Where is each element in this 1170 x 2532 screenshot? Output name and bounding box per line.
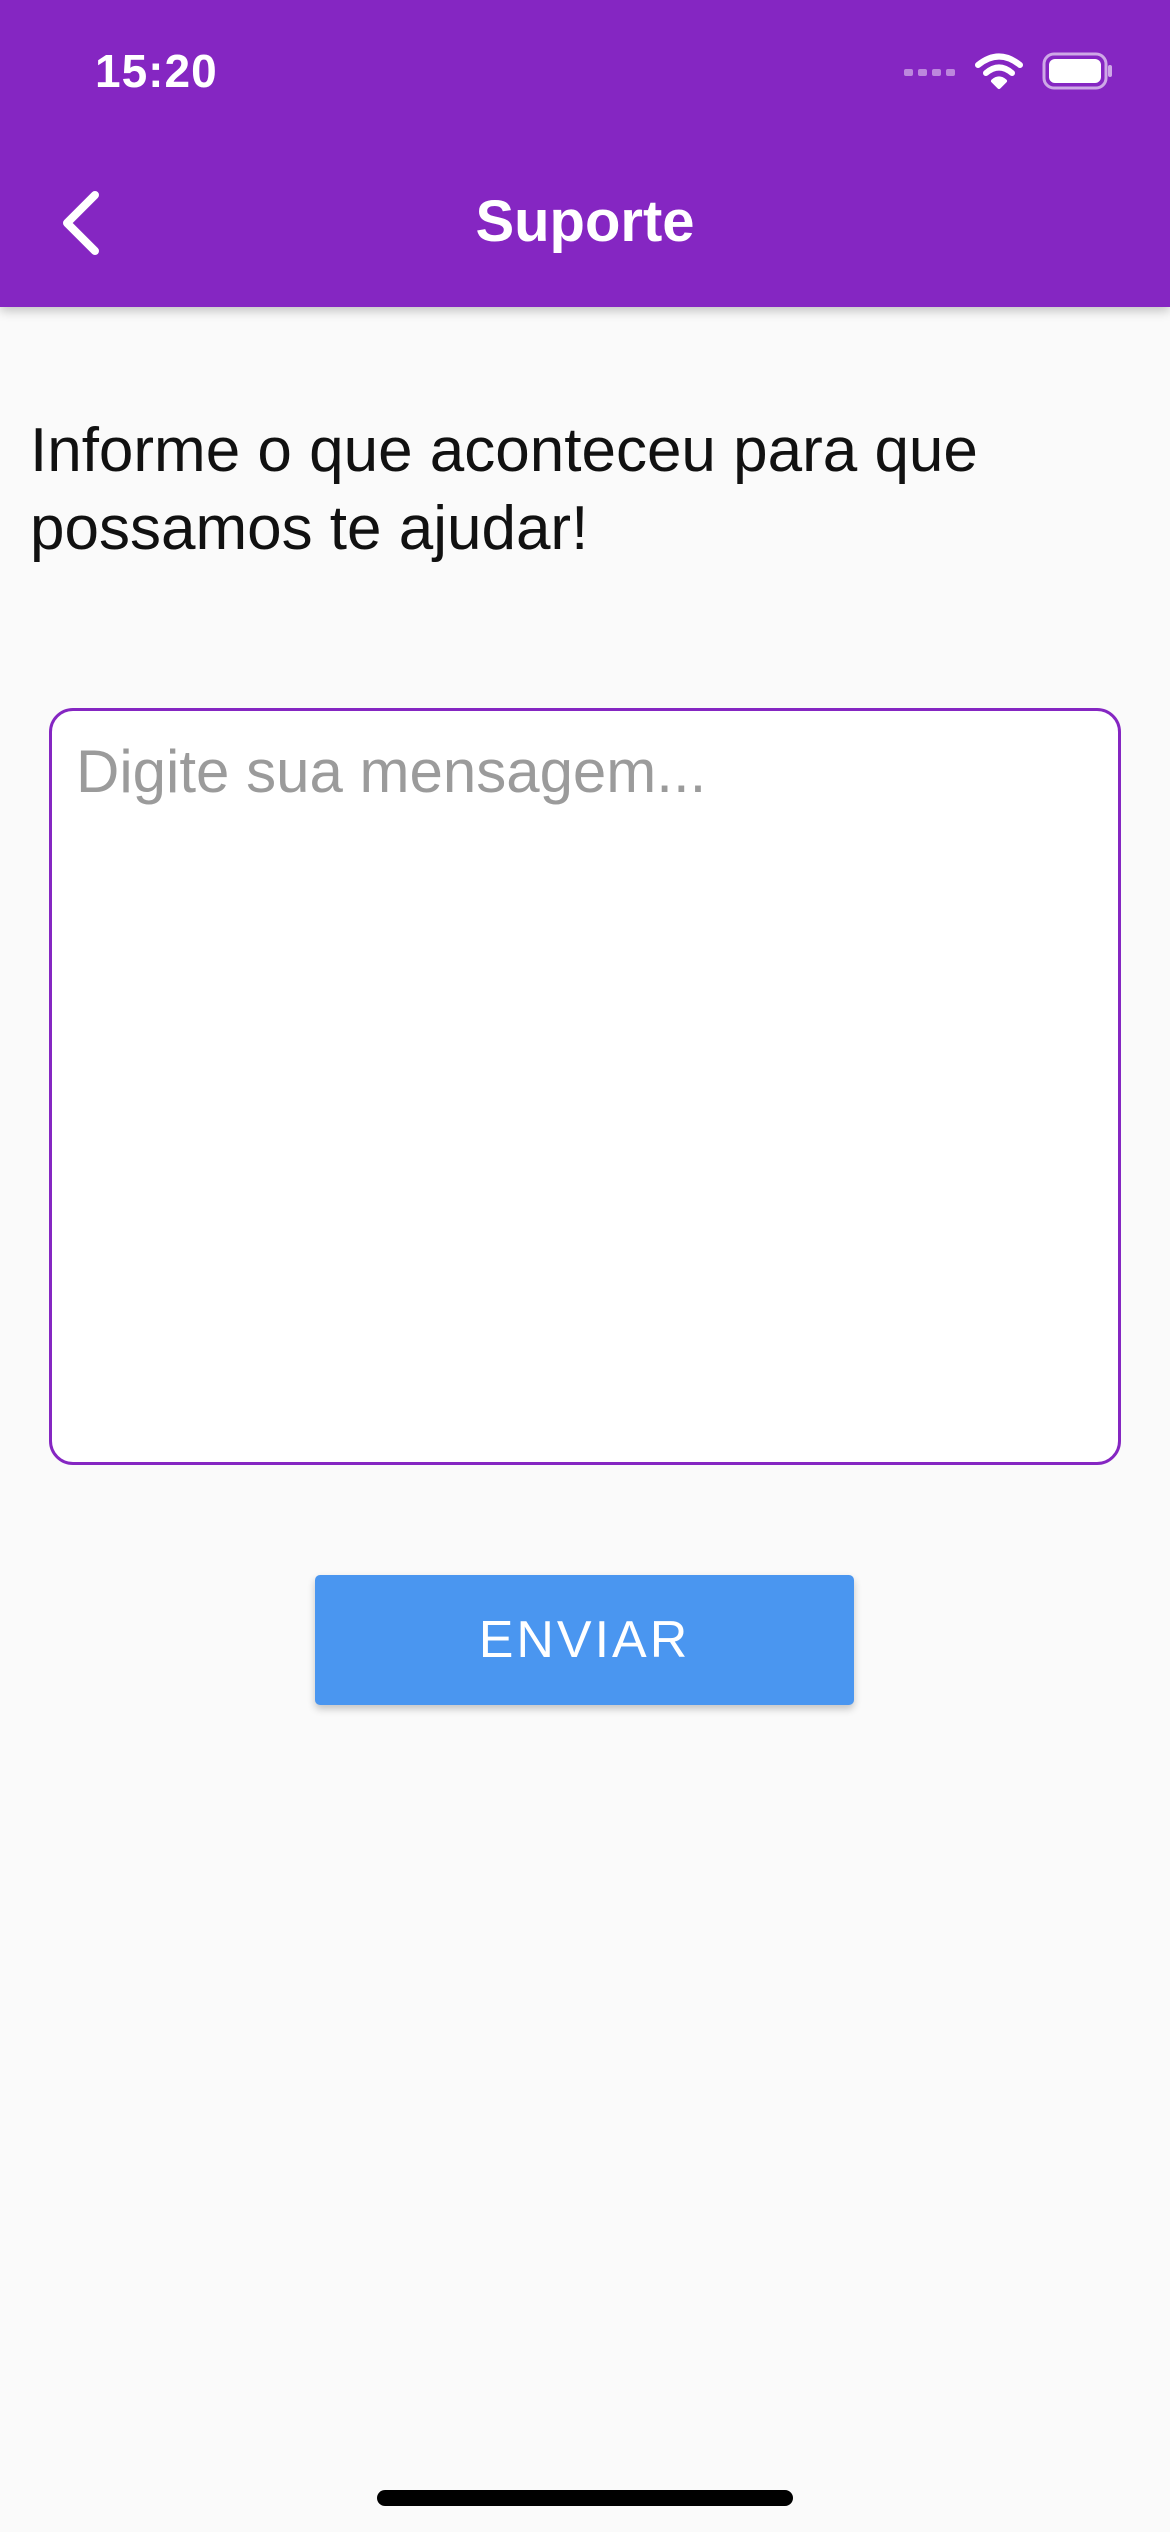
status-icons (904, 52, 1114, 95)
intro-text: Informe o que aconteceu para que possamo… (30, 416, 978, 563)
cellular-signal-icon (904, 65, 956, 83)
send-button[interactable]: ENVIAR (315, 1575, 854, 1705)
status-time: 15:20 (95, 45, 218, 97)
home-indicator (377, 2490, 793, 2506)
message-input[interactable] (49, 708, 1121, 1465)
app-bar: 15:20 Suporte (0, 0, 1170, 307)
battery-icon (1042, 52, 1114, 95)
wifi-icon (974, 52, 1024, 95)
page-title: Suporte (475, 189, 695, 254)
